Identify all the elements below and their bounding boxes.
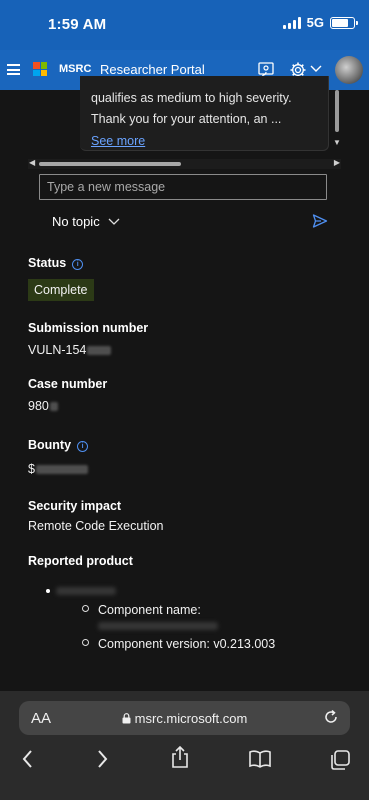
chat-message-card: qualifies as medium to high severity. Th… (80, 76, 329, 151)
chevron-down-icon[interactable] (310, 65, 322, 73)
bounty-label: Bounty i (28, 438, 89, 452)
reload-icon[interactable] (322, 708, 340, 726)
impact-value: Remote Code Execution (28, 519, 164, 533)
chat-message-text: Thank you for your attention, an ... (91, 112, 282, 126)
share-icon[interactable] (170, 745, 190, 769)
address-bar[interactable]: AA msrc.microsoft.com (19, 701, 350, 735)
list-bullet (46, 589, 50, 593)
case-label: Case number (28, 377, 108, 391)
tabs-icon[interactable] (329, 749, 351, 771)
ios-status-bar: 1:59 AM 5G (0, 0, 369, 50)
horizontal-scrollbar[interactable]: ◀ ▶ (28, 158, 341, 169)
chat-message-text: qualifies as medium to high severity. (91, 91, 292, 105)
brand-label: MSRC (59, 63, 92, 75)
redacted-text (49, 402, 58, 412)
chevron-down-icon (108, 218, 120, 225)
topic-dropdown[interactable]: No topic (52, 214, 120, 229)
battery-icon (330, 16, 358, 29)
list-item: Component name: (82, 603, 201, 617)
url-display[interactable]: msrc.microsoft.com (19, 711, 350, 726)
status-badge: Complete (28, 279, 94, 301)
message-input[interactable] (39, 174, 327, 200)
info-icon[interactable]: i (77, 441, 89, 452)
impact-label: Security impact (28, 499, 122, 513)
cellular-signal-icon (282, 16, 301, 29)
scroll-down-arrow-icon[interactable]: ▼ (333, 138, 341, 147)
info-icon[interactable]: i (72, 259, 84, 270)
topic-label: No topic (52, 214, 100, 229)
redacted-text (87, 346, 112, 356)
redacted-text (35, 465, 88, 475)
portal-title: Researcher Portal (100, 62, 205, 77)
see-more-link[interactable]: See more (91, 134, 145, 148)
lock-icon (122, 713, 131, 724)
submission-label: Submission number (28, 321, 149, 335)
scrollbar-thumb[interactable] (39, 162, 181, 166)
forward-icon[interactable] (95, 749, 109, 769)
microsoft-logo (33, 62, 47, 76)
menu-icon[interactable] (7, 64, 20, 75)
case-value: 980 (28, 399, 58, 413)
status-indicators: 5G (282, 15, 358, 30)
clock: 1:59 AM (48, 16, 107, 33)
scroll-left-arrow-icon[interactable]: ◀ (29, 158, 35, 167)
redacted-text (98, 622, 218, 630)
list-item: Component version: v0.213.003 (82, 637, 275, 651)
redacted-text (56, 587, 116, 595)
status-label: Status i (28, 256, 84, 270)
network-type: 5G (306, 15, 324, 30)
vertical-scrollbar[interactable] (335, 90, 339, 132)
send-icon[interactable] (312, 213, 328, 229)
bookmarks-icon[interactable] (248, 749, 272, 769)
back-icon[interactable] (21, 749, 35, 769)
submission-value: VULN-154 (28, 343, 112, 357)
product-label: Reported product (28, 554, 133, 568)
bounty-value: $ (28, 462, 88, 476)
scroll-right-arrow-icon[interactable]: ▶ (334, 158, 340, 167)
navigation-toolbar (0, 745, 369, 777)
avatar[interactable] (335, 56, 363, 84)
browser-toolbar: AA msrc.microsoft.com (0, 691, 369, 800)
